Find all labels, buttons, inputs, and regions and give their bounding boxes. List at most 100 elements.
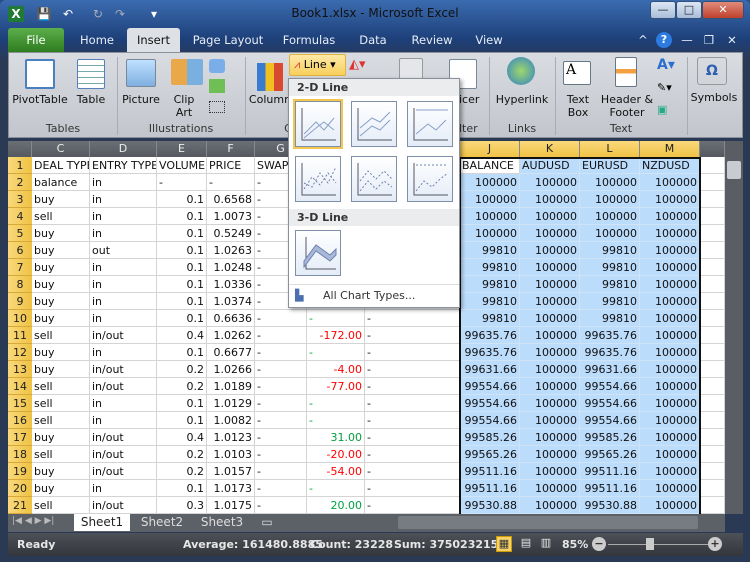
cell[interactable] <box>700 446 725 463</box>
tab-formulas[interactable]: Formulas <box>280 28 338 52</box>
cell[interactable]: sell <box>32 446 90 463</box>
cell[interactable] <box>700 327 725 344</box>
row-header[interactable]: 1 <box>8 157 32 174</box>
cell[interactable]: PRICE <box>207 157 255 174</box>
cell[interactable] <box>700 480 725 497</box>
cell[interactable]: - <box>255 361 307 378</box>
cell[interactable] <box>700 429 725 446</box>
cell[interactable]: sell <box>32 378 90 395</box>
row-header[interactable]: 21 <box>8 497 32 514</box>
cell[interactable]: in <box>90 174 157 191</box>
column-header[interactable]: D <box>90 141 157 157</box>
page-break-view-icon[interactable]: ▥ <box>538 536 554 552</box>
cell[interactable]: in <box>90 191 157 208</box>
cell[interactable]: - <box>365 395 460 412</box>
workbook-minimize-icon[interactable]: — <box>680 28 694 52</box>
symbols-button[interactable]: Symbols <box>689 91 739 104</box>
cell[interactable]: - <box>157 174 207 191</box>
cell[interactable]: 1.0173 <box>207 480 255 497</box>
cell[interactable] <box>700 276 725 293</box>
row-header[interactable]: 7 <box>8 259 32 276</box>
cell[interactable]: ENTRY TYPE <box>90 157 157 174</box>
tab-review[interactable]: Review <box>408 28 456 52</box>
cell[interactable]: in <box>90 225 157 242</box>
column-header[interactable]: K <box>520 141 580 157</box>
zoom-slider-thumb[interactable] <box>646 538 654 550</box>
row-header[interactable]: 13 <box>8 361 32 378</box>
cell[interactable]: in <box>90 276 157 293</box>
column-header[interactable]: M <box>640 141 700 157</box>
header-footer-button[interactable]: Header & Footer <box>599 93 655 119</box>
chart-option-3d-line[interactable] <box>295 230 341 276</box>
insert-sheet-icon[interactable]: ▭ <box>254 514 280 531</box>
chart-option-line[interactable] <box>293 99 343 149</box>
screenshot-icon[interactable] <box>209 101 225 113</box>
cell[interactable]: 1.0263 <box>207 242 255 259</box>
cell[interactable]: 1.0248 <box>207 259 255 276</box>
row-header[interactable]: 16 <box>8 412 32 429</box>
cell[interactable]: out <box>90 242 157 259</box>
cell[interactable]: 0.1 <box>157 395 207 412</box>
slicer-button[interactable]: icer <box>459 93 489 106</box>
cell[interactable]: 0.1 <box>157 310 207 327</box>
cell[interactable]: in/out <box>90 446 157 463</box>
cell[interactable] <box>700 378 725 395</box>
horizontal-scrollbar[interactable] <box>398 516 698 529</box>
area-chart-icon[interactable]: ◭▾ <box>349 57 379 73</box>
cell[interactable]: - <box>255 429 307 446</box>
zoom-out-button[interactable]: − <box>592 537 606 551</box>
zoom-level[interactable]: 85% <box>562 533 588 556</box>
wordart-icon[interactable]: A▾ <box>657 57 675 73</box>
cell[interactable]: 0.1 <box>157 208 207 225</box>
cell[interactable]: buy <box>32 310 90 327</box>
cell[interactable]: -172.00 <box>307 327 365 344</box>
chart-option-100-stacked-line-markers[interactable] <box>407 156 453 202</box>
cell[interactable]: 0.1 <box>157 344 207 361</box>
cell[interactable]: 0.1 <box>157 225 207 242</box>
column-header[interactable]: J <box>460 141 520 157</box>
text-box-button[interactable]: Text Box <box>561 93 595 119</box>
cell[interactable]: buy <box>32 225 90 242</box>
cell[interactable]: 0.2 <box>157 463 207 480</box>
cell[interactable]: in <box>90 412 157 429</box>
cell[interactable]: buy <box>32 480 90 497</box>
tab-insert[interactable]: Insert <box>127 28 180 52</box>
row-header[interactable]: 5 <box>8 225 32 242</box>
cell[interactable]: 1.0175 <box>207 497 255 514</box>
cell[interactable]: 0.2 <box>157 361 207 378</box>
chart-option-stacked-line[interactable] <box>351 101 397 147</box>
help-icon[interactable]: ? <box>656 32 672 48</box>
row-header[interactable]: 3 <box>8 191 32 208</box>
cell[interactable]: in <box>90 208 157 225</box>
signature-line-icon[interactable]: ✎▾ <box>657 81 672 94</box>
zoom-slider[interactable] <box>608 544 708 545</box>
cell[interactable]: 0.1 <box>157 412 207 429</box>
cell[interactable]: in/out <box>90 361 157 378</box>
cell[interactable]: 0.1 <box>157 259 207 276</box>
cell[interactable] <box>700 174 725 191</box>
cell[interactable]: 1.0073 <box>207 208 255 225</box>
cell[interactable] <box>700 208 725 225</box>
cell[interactable]: 31.00 <box>307 429 365 446</box>
column-header[interactable]: F <box>207 141 255 157</box>
cell[interactable]: - <box>365 429 460 446</box>
cell[interactable]: in/out <box>90 429 157 446</box>
cell[interactable]: DEAL TYPE <box>32 157 90 174</box>
cell[interactable]: buy <box>32 293 90 310</box>
cell[interactable]: - <box>307 395 365 412</box>
pivottable-button[interactable]: PivotTable <box>11 93 69 106</box>
cell[interactable]: -4.00 <box>307 361 365 378</box>
cell[interactable]: - <box>255 327 307 344</box>
workbook-restore-icon[interactable]: ❐ <box>702 28 716 52</box>
cell[interactable]: in <box>90 259 157 276</box>
cell[interactable]: - <box>365 310 460 327</box>
cell[interactable]: -77.00 <box>307 378 365 395</box>
clip-art-button[interactable]: Clip Art <box>169 93 199 119</box>
maximize-button[interactable]: □ <box>676 1 702 19</box>
row-header[interactable]: 15 <box>8 395 32 412</box>
cell[interactable]: - <box>255 446 307 463</box>
cell[interactable]: in/out <box>90 497 157 514</box>
line-chart-button[interactable]: ⩘ Line ▾ <box>289 54 346 76</box>
cell[interactable]: balance <box>32 174 90 191</box>
cell[interactable]: buy <box>32 191 90 208</box>
